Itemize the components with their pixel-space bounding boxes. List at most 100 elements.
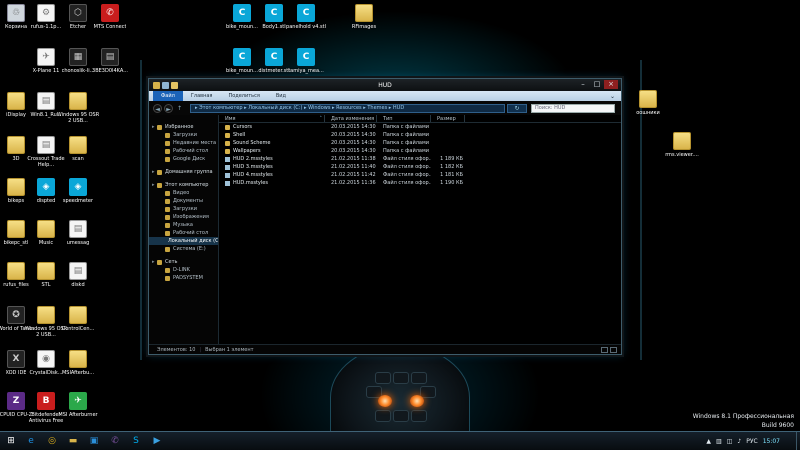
details-view-button[interactable] — [601, 346, 608, 353]
nav-item[interactable]: Видео — [149, 189, 218, 197]
file-type: Папка с файлами — [383, 148, 429, 154]
desktop-icon[interactable]: ▤ umessag — [56, 220, 100, 246]
taskbar-app-explorer-icon[interactable]: ▬ — [64, 434, 82, 449]
taskbar-app-viber-icon[interactable]: ✆ — [106, 434, 124, 449]
taskbar-app-media-icon[interactable]: ▶ — [148, 434, 166, 449]
expand-ribbon-icon[interactable]: ⌄ — [610, 93, 615, 100]
folder-icon — [37, 262, 55, 280]
column-size[interactable]: Размер — [431, 115, 465, 122]
desktop-icon[interactable]: ◈ speedmeter — [56, 178, 100, 204]
close-button[interactable]: × — [604, 80, 618, 89]
desktop-icon[interactable]: RFimages — [342, 4, 386, 30]
desktop-icon[interactable]: ✈ MSI Afterburner — [56, 392, 100, 418]
tab-share[interactable]: Поделиться — [220, 91, 267, 101]
nav-item[interactable]: Загрузки — [149, 131, 218, 139]
nav-item[interactable]: Изображения — [149, 213, 218, 221]
file-row[interactable]: Cursors 20.03.2015 14:30 Папка с файлами — [219, 123, 621, 131]
file-row[interactable]: HUD 2.msstyles 21.02.2015 11:38 Файл стиля… — [219, 155, 621, 163]
desktop-icon[interactable]: Cpanelhold v4.stl — [284, 4, 328, 30]
nav-item[interactable]: Документы — [149, 197, 218, 205]
taskbar-app-store-icon[interactable]: ▣ — [85, 434, 103, 449]
show-desktop-button[interactable] — [796, 432, 800, 450]
sort-icon: ˄ — [319, 116, 323, 122]
file-row[interactable]: Shell 20.03.2015 14:30 Папка с файлами — [219, 131, 621, 139]
file-row[interactable]: HUD 3.msstyles 21.02.2015 11:40 Файл стиля… — [219, 163, 621, 171]
file-date: 21.02.2015 11:36 — [331, 180, 376, 186]
desktop-icon[interactable]: rms.viewer.... — [660, 132, 704, 158]
tab-file[interactable]: Файл — [153, 91, 183, 101]
explorer-window[interactable]: HUD – □ × Файл Главная Поделиться Вид ⌄ … — [148, 78, 622, 355]
refresh-button[interactable]: ↻ — [507, 103, 527, 113]
taskbar-app-skype-icon[interactable]: S — [127, 434, 145, 449]
nav-item[interactable]: ▸ Сеть — [149, 258, 218, 266]
nav-item[interactable]: Рабочий стол — [149, 147, 218, 155]
minimize-button[interactable]: – — [576, 80, 590, 89]
desktop-icon[interactable]: ControlCen... — [56, 306, 100, 332]
nav-item[interactable]: Локальный диск (C:) — [149, 237, 218, 245]
tray-overflow-icon[interactable]: ▲ — [706, 438, 711, 445]
nav-item[interactable]: Рабочий стол — [149, 229, 218, 237]
file-name-cell: HUD.msstyles — [219, 180, 325, 186]
expand-arrow-icon[interactable]: ▸ — [152, 258, 155, 266]
nav-item-icon — [165, 230, 170, 236]
nav-item-label: Google Диск — [173, 156, 206, 162]
app-icon: ◈ — [69, 178, 87, 196]
maximize-button[interactable]: □ — [590, 80, 604, 89]
expand-arrow-icon[interactable]: ▸ — [152, 181, 155, 189]
desktop-icon[interactable]: оошники — [626, 90, 670, 116]
nav-item[interactable]: PADSYSTEM — [149, 274, 218, 282]
start-button[interactable]: ⊞ — [3, 434, 19, 449]
file-name-cell: Shell — [219, 132, 325, 138]
back-button[interactable]: ◄ — [153, 103, 162, 113]
large-icons-view-button[interactable] — [610, 346, 617, 353]
watermark-edition: Windows 8.1 Профессиональная — [692, 413, 794, 420]
nav-item[interactable]: Недавние места — [149, 139, 218, 147]
file-row[interactable]: HUD 4.msstyles 21.02.2015 11:42 Файл стиля… — [219, 171, 621, 179]
nav-item[interactable]: D-LINK — [149, 266, 218, 274]
desktop-icon[interactable]: Ctamiya_mea... — [284, 48, 328, 74]
new-folder-icon[interactable] — [171, 81, 178, 89]
desktop-icon-label: umessag — [66, 240, 90, 246]
expand-arrow-icon[interactable]: ▸ — [152, 123, 155, 131]
network-icon[interactable]: ◫ — [727, 438, 733, 445]
expand-arrow-icon[interactable]: ▸ — [152, 168, 155, 176]
nav-item[interactable]: ▸ Избранное — [149, 123, 218, 131]
taskbar-app-chrome-icon[interactable]: ◎ — [43, 434, 61, 449]
forward-button[interactable]: ► — [164, 103, 173, 113]
search-input[interactable]: Поиск: HUD — [531, 103, 615, 113]
volume-icon[interactable]: ♪ — [737, 438, 741, 445]
desktop-icon[interactable]: scan — [56, 136, 100, 162]
column-name[interactable]: Имя ˄ — [219, 115, 325, 122]
status-selection: Выбран 1 элемент — [205, 346, 254, 353]
title-bar[interactable]: HUD – □ × — [149, 79, 621, 91]
address-bar[interactable]: ▸ Этот компьютер ▸ Локальный диск (C:) ▸… — [190, 103, 505, 113]
file-row[interactable]: Wallpapers 20.03.2015 14:30 Папка с файлам… — [219, 147, 621, 155]
file-row[interactable]: HUD.msstyles 21.02.2015 11:36 Файл стиля о… — [219, 179, 621, 187]
tab-view[interactable]: Вид — [268, 91, 294, 101]
tab-home[interactable]: Главная — [183, 91, 221, 101]
nav-item[interactable]: Загрузки — [149, 205, 218, 213]
nav-item-icon — [165, 214, 170, 220]
desktop-icon[interactable]: Windows 95 OSR 2 USB... — [56, 92, 100, 124]
taskbar-app-ie-icon[interactable]: e — [22, 434, 40, 449]
folder-icon — [37, 306, 55, 324]
nav-item[interactable]: Система (E:) — [149, 245, 218, 253]
desktop-icon[interactable]: ▤ 3BE3D0I4KA... — [88, 48, 132, 74]
language-indicator[interactable]: РУС — [746, 438, 757, 445]
nav-item[interactable]: Музыка — [149, 221, 218, 229]
nav-item-icon — [165, 222, 170, 228]
nav-item[interactable]: ▸ Домашняя группа — [149, 168, 218, 176]
file-row[interactable]: Sound Scheme 20.03.2015 14:30 Папка с файл… — [219, 139, 621, 147]
up-button[interactable]: ↑ — [175, 104, 184, 113]
nav-item[interactable]: ▸ Этот компьютер — [149, 181, 218, 189]
desktop-icon[interactable]: MSIAfterbu... — [56, 350, 100, 376]
column-date[interactable]: Дата изменения — [325, 115, 377, 122]
desktop-icon[interactable]: ✆ MTS Connect — [88, 4, 132, 30]
tray-icon-1[interactable]: ▥ — [716, 438, 722, 445]
column-type[interactable]: Тип — [377, 115, 431, 122]
clock[interactable]: 15:07 — [763, 438, 780, 445]
desktop-icon-label: 3BE3D0I4KA... — [92, 68, 128, 74]
desktop-icon[interactable]: ▤ diskd — [56, 262, 100, 288]
nav-item[interactable]: Google Диск — [149, 155, 218, 163]
properties-icon[interactable] — [162, 81, 169, 89]
